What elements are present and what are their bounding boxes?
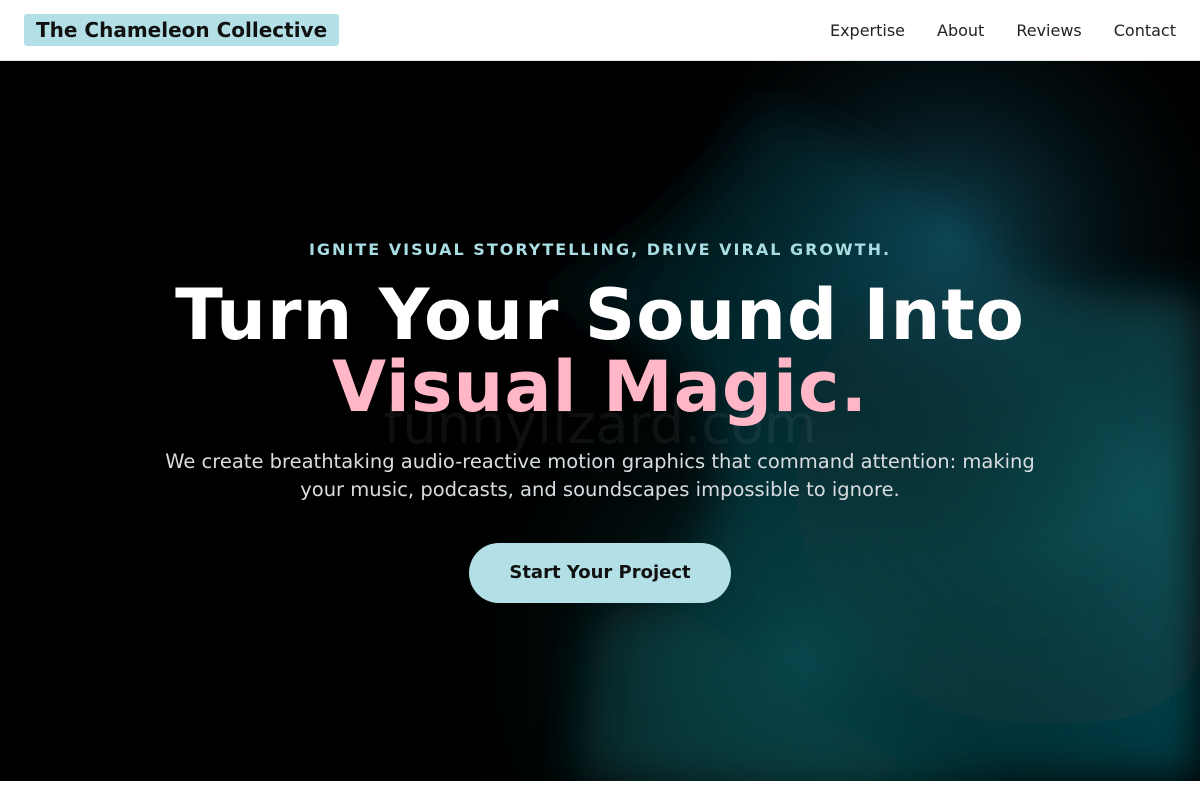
- main-nav: Expertise About Reviews Contact: [798, 0, 1176, 60]
- hero-section: IGNITE VISUAL STORYTELLING, DRIVE VIRAL …: [0, 61, 1200, 781]
- brand-logo[interactable]: The Chameleon Collective: [24, 14, 340, 46]
- hero-headline-accent: Visual Magic.: [331, 346, 869, 428]
- nav-link-contact[interactable]: Contact: [1114, 21, 1176, 40]
- nav-link-expertise[interactable]: Expertise: [830, 21, 905, 40]
- nav-link-reviews[interactable]: Reviews: [1016, 21, 1081, 40]
- hero-subtitle: We create breathtaking audio-reactive mo…: [165, 450, 1035, 501]
- nav-link-about[interactable]: About: [937, 21, 984, 40]
- hero-content: IGNITE VISUAL STORYTELLING, DRIVE VIRAL …: [0, 61, 1200, 781]
- hero-headline-line1: Turn Your Sound Into: [175, 274, 1025, 356]
- site-header: The Chameleon Collective Expertise About…: [0, 0, 1200, 61]
- hero-eyebrow: IGNITE VISUAL STORYTELLING, DRIVE VIRAL …: [308, 240, 892, 259]
- start-project-button[interactable]: Start Your Project: [469, 543, 731, 603]
- hero-headline: Turn Your Sound Into Visual Magic.: [0, 279, 1200, 423]
